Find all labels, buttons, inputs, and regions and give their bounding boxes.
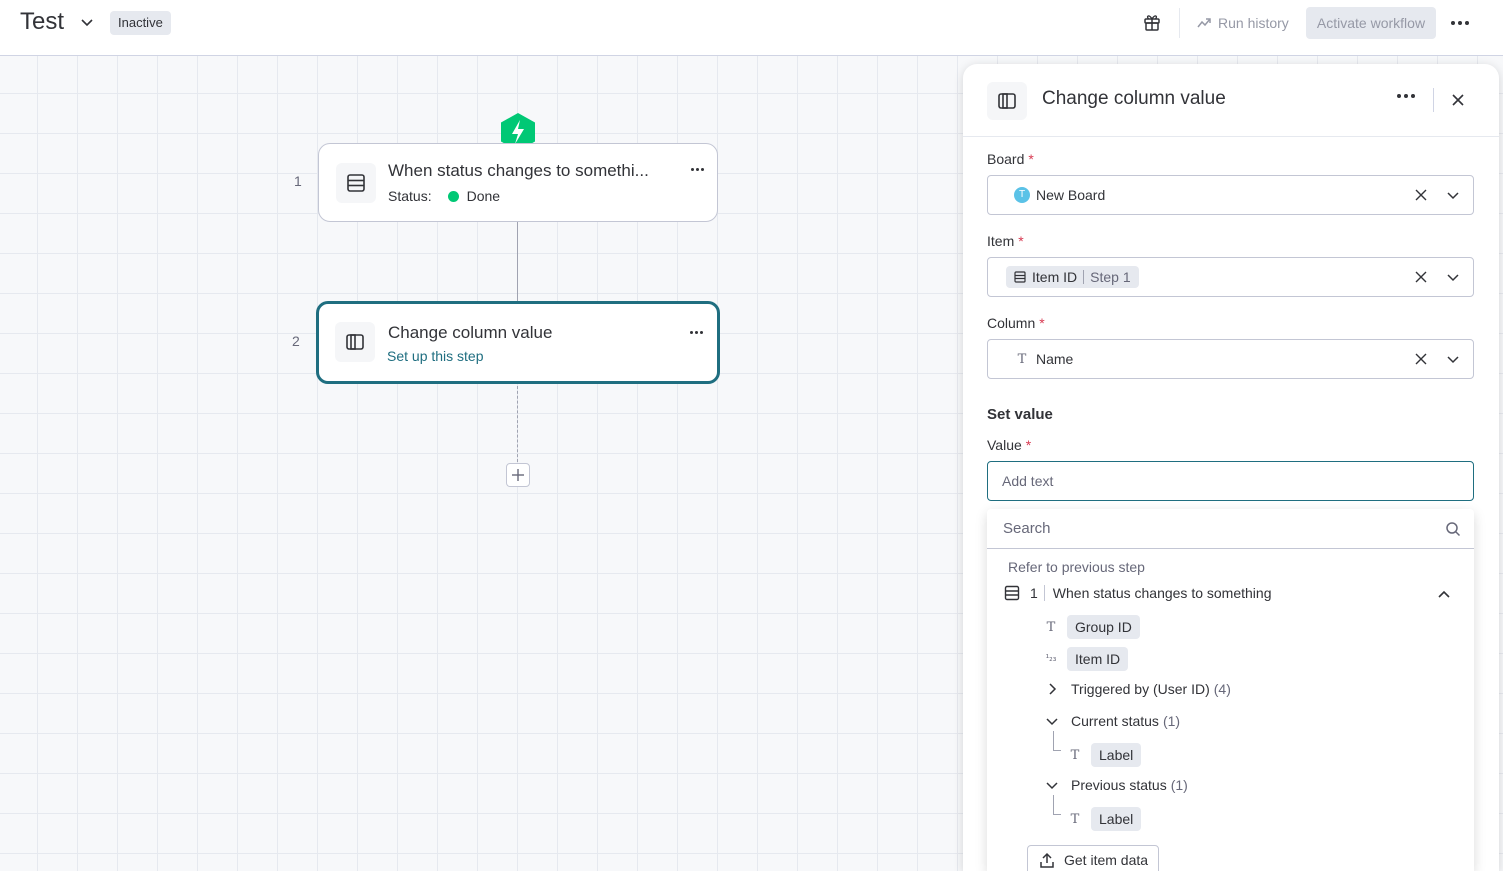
number-type-icon: ¹₂₃ — [1045, 654, 1057, 664]
table-icon — [1004, 585, 1020, 601]
board-select[interactable]: T New Board — [987, 175, 1474, 215]
text-type-icon: T — [1046, 619, 1056, 635]
list-item-current-label[interactable]: T Label — [1067, 743, 1142, 767]
text-type-icon: T — [1017, 351, 1027, 367]
clear-icon[interactable] — [1414, 188, 1428, 202]
chevron-down-icon[interactable] — [1446, 188, 1460, 202]
panel-more-icon[interactable] — [1397, 94, 1415, 98]
board-label: Board * — [987, 151, 1034, 167]
item-token-label: Item ID — [1032, 269, 1078, 285]
board-value: New Board — [1036, 187, 1106, 203]
chevron-down-icon[interactable] — [1446, 270, 1460, 284]
text-type-icon: T — [1070, 811, 1080, 827]
value-label: Value * — [987, 437, 1032, 453]
set-value-heading: Set value — [987, 406, 1053, 423]
step-config-panel: Change column value Board * T New Board I… — [963, 64, 1499, 871]
step-number: 2 — [292, 333, 300, 349]
status-dot — [447, 190, 459, 202]
chevron-down-icon[interactable] — [78, 13, 96, 31]
list-item-current-status[interactable]: Current status (1) — [1045, 713, 1180, 729]
chevron-up-icon[interactable] — [1437, 588, 1451, 602]
column-icon — [987, 82, 1027, 120]
action-step-card[interactable]: Change column value Set up this step — [316, 301, 720, 384]
column-label: Column * — [987, 315, 1045, 331]
setup-step-link[interactable]: Set up this step — [387, 348, 484, 364]
status-label: Status: — [388, 188, 432, 204]
search-input[interactable]: Search — [987, 509, 1474, 549]
chevron-down-icon[interactable] — [1045, 778, 1059, 792]
run-history-label: Run history — [1218, 15, 1289, 31]
chevron-right-icon[interactable] — [1045, 682, 1059, 696]
status-badge: Inactive — [110, 11, 171, 35]
step-more-icon[interactable] — [691, 164, 711, 174]
panel-title: Change column value — [1042, 88, 1226, 109]
run-history-button[interactable]: Run history — [1196, 8, 1289, 38]
step-group-header[interactable]: 1 When status changes to something — [1004, 585, 1464, 601]
list-item-previous-label[interactable]: T Label — [1067, 807, 1142, 831]
list-item-item-id[interactable]: ¹₂₃ Item ID — [1043, 647, 1129, 671]
item-token-step: Step 1 — [1090, 269, 1131, 285]
trigger-step-card[interactable]: When status changes to somethi... Status… — [318, 143, 718, 222]
board-avatar: T — [1014, 187, 1030, 203]
panel-header: Change column value — [963, 64, 1499, 137]
step-title: Change column value — [388, 323, 553, 342]
section-heading: Refer to previous step — [1008, 559, 1145, 575]
workflow-title[interactable]: Test — [20, 8, 64, 36]
list-item-triggered-by[interactable]: Triggered by (User ID) (4) — [1045, 681, 1231, 697]
current-label-token: Label — [1091, 743, 1142, 767]
text-type-icon: T — [1070, 747, 1080, 763]
get-item-data-label: Get item data — [1064, 852, 1149, 868]
list-item-group-id[interactable]: T Group ID — [1043, 615, 1140, 639]
tree-connector — [1053, 731, 1061, 751]
step-title: When status changes to somethi... — [388, 161, 649, 180]
column-select[interactable]: T Name — [987, 339, 1474, 379]
item-select[interactable]: Item ID Step 1 — [987, 257, 1474, 297]
step-number: 1 — [294, 173, 302, 189]
plus-icon — [512, 469, 524, 481]
chevron-down-icon[interactable] — [1045, 714, 1059, 728]
previous-status-label: Previous status — [1071, 777, 1167, 793]
trend-icon — [1197, 18, 1211, 28]
step-connector — [517, 222, 518, 302]
item-token[interactable]: Item ID Step 1 — [1006, 266, 1139, 288]
search-icon — [1446, 522, 1461, 537]
toolbar-divider — [1179, 8, 1180, 38]
gift-icon[interactable] — [1142, 12, 1162, 32]
clear-icon[interactable] — [1414, 352, 1428, 366]
previous-label-token: Label — [1091, 807, 1142, 831]
current-status-label: Current status — [1071, 713, 1159, 729]
group-id-token: Group ID — [1067, 615, 1140, 639]
step-number: 1 — [1030, 585, 1038, 601]
step-more-icon[interactable] — [690, 327, 710, 337]
header-divider — [1433, 88, 1434, 112]
table-icon — [1014, 271, 1026, 283]
item-id-token: Item ID — [1067, 647, 1129, 671]
upload-icon — [1040, 852, 1054, 868]
step-connector — [517, 386, 518, 462]
get-item-data-button[interactable]: Get item data — [1027, 845, 1159, 871]
clear-icon[interactable] — [1414, 270, 1428, 284]
top-bar: Test Inactive Run history Activate workf… — [0, 0, 1503, 56]
close-icon[interactable] — [1450, 92, 1466, 108]
search-placeholder: Search — [1003, 520, 1051, 537]
status-condition: Status: Done — [388, 188, 500, 204]
value-input[interactable]: Add text — [987, 461, 1474, 501]
column-value: Name — [1036, 351, 1074, 367]
add-step-button[interactable] — [506, 463, 530, 487]
tree-connector — [1053, 795, 1061, 815]
step-title: When status changes to something — [1052, 585, 1272, 601]
value-suggestions-dropdown: Search Refer to previous step 1 When sta… — [987, 509, 1474, 871]
item-label: Item * — [987, 233, 1024, 249]
column-icon — [335, 322, 375, 362]
chevron-down-icon[interactable] — [1446, 352, 1460, 366]
status-value: Done — [466, 188, 501, 204]
list-item-previous-status[interactable]: Previous status (1) — [1045, 777, 1188, 793]
triggered-by-label: Triggered by (User ID) — [1071, 681, 1210, 697]
more-icon[interactable] — [1448, 12, 1472, 34]
activate-workflow-button[interactable]: Activate workflow — [1306, 7, 1436, 39]
table-icon — [336, 163, 376, 203]
